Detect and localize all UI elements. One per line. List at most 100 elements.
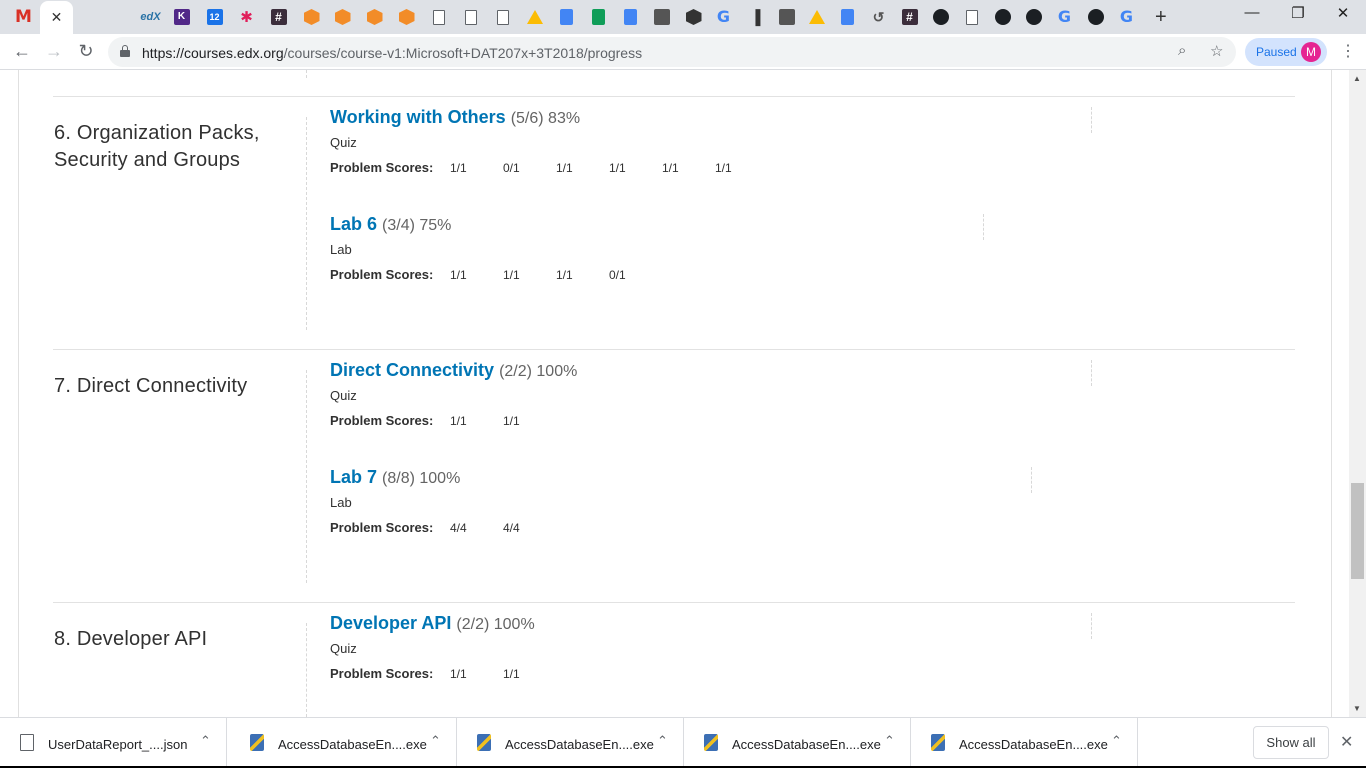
document-icon <box>965 9 978 25</box>
document-icon <box>496 9 509 25</box>
forward-button[interactable]: → <box>42 41 66 62</box>
microsoft-icon <box>80 9 96 25</box>
problem-scores-label: Problem Scores: <box>330 666 434 681</box>
browser-tab[interactable] <box>1080 2 1111 32</box>
browser-tab[interactable] <box>359 2 390 32</box>
download-item[interactable]: UserDataReport_....json ⌃ <box>0 718 227 768</box>
browser-menu-icon[interactable]: ⋮ <box>1340 41 1356 61</box>
browser-tab[interactable] <box>583 2 614 32</box>
browser-tab[interactable] <box>423 2 454 32</box>
chevron-up-icon[interactable]: ⌃ <box>1111 733 1122 749</box>
scroll-up-icon[interactable]: ▲ <box>1353 74 1361 83</box>
browser-tab[interactable] <box>296 2 327 32</box>
problem-score: 0/1 <box>503 161 520 175</box>
browser-tab[interactable] <box>487 2 518 32</box>
browser-tab[interactable] <box>72 2 103 32</box>
browser-tab[interactable] <box>615 2 646 32</box>
back-button[interactable]: ← <box>10 41 34 62</box>
bookmark-star-icon[interactable]: ☆ <box>1210 42 1223 60</box>
browser-tab[interactable]: G <box>708 2 739 32</box>
browser-tab[interactable] <box>327 2 358 32</box>
close-tab-icon[interactable]: ✕ <box>51 9 63 26</box>
url-text[interactable]: https://courses.edx.org/courses/course-v… <box>142 45 642 61</box>
browser-tab[interactable]: G <box>1049 2 1080 32</box>
browser-tab[interactable]: # <box>894 2 925 32</box>
subsection-link[interactable]: Lab 7 <box>330 467 377 487</box>
show-all-button[interactable]: Show all <box>1253 726 1329 759</box>
problem-scores-label: Problem Scores: <box>330 160 434 175</box>
subsection-link[interactable]: Direct Connectivity <box>330 360 494 380</box>
browser-tab[interactable] <box>391 2 422 32</box>
chapter: 8. Developer API Developer API (2/2) 100%… <box>53 602 1295 717</box>
download-item[interactable]: AccessDatabaseEn....exe ⌃ <box>457 718 684 768</box>
chapter-title: 7. Direct Connectivity <box>54 375 248 397</box>
browser-tab[interactable]: M <box>8 2 39 32</box>
download-item[interactable]: AccessDatabaseEn....exe ⌃ <box>684 718 911 768</box>
download-item[interactable]: AccessDatabaseEn....exe ⌃ <box>230 718 457 768</box>
minimize-button[interactable]: — <box>1229 4 1275 21</box>
subsection-score: (3/4) 75% <box>382 217 452 234</box>
app-icon <box>778 9 795 25</box>
browser-tab[interactable]: ▐ <box>740 2 771 32</box>
google-icon: G <box>716 7 731 26</box>
scroll-down-icon[interactable]: ▼ <box>1353 704 1361 713</box>
chapter-title: 6. Organization Packs, Security and Grou… <box>54 122 260 171</box>
close-window-button[interactable]: ✕ <box>1320 4 1366 22</box>
new-tab-button[interactable]: + <box>1155 6 1167 29</box>
scroll-thumb[interactable] <box>1351 483 1364 579</box>
browser-tab[interactable]: ↺ <box>863 2 894 32</box>
app-icon <box>653 9 670 25</box>
problem-scores: Problem Scores: 4/4 4/4 <box>330 520 556 535</box>
browser-tab[interactable] <box>519 2 550 32</box>
browser-tab[interactable] <box>987 2 1018 32</box>
browser-tab[interactable] <box>771 2 802 32</box>
browser-tab[interactable] <box>646 2 677 32</box>
ksu-icon: K <box>173 9 190 25</box>
problem-score: 1/1 <box>503 268 520 282</box>
browser-tab[interactable] <box>103 2 134 32</box>
browser-tab[interactable] <box>801 2 832 32</box>
problem-score: 1/1 <box>450 161 467 175</box>
subsection-link[interactable]: Lab 6 <box>330 214 377 234</box>
chevron-up-icon[interactable]: ⌃ <box>430 733 441 749</box>
page-scrollbar[interactable]: ▲ ▼ <box>1349 70 1366 717</box>
subsection-type: Quiz <box>330 388 357 403</box>
browser-tab[interactable]: 12 <box>199 2 230 32</box>
address-bar[interactable]: https://courses.edx.org/courses/course-v… <box>108 37 1236 67</box>
browser-tab[interactable]: G <box>1111 2 1142 32</box>
subsection-link[interactable]: Working with Others <box>330 107 506 127</box>
browser-tab[interactable] <box>1018 2 1049 32</box>
browser-tab[interactable] <box>551 2 582 32</box>
browser-tab[interactable]: edX <box>135 2 166 32</box>
profile-button[interactable]: Paused M <box>1245 38 1327 66</box>
lock-icon[interactable] <box>120 45 130 57</box>
browser-tab[interactable]: ✕ <box>40 1 73 34</box>
browser-tab[interactable]: ✱ <box>231 2 262 32</box>
browser-tab[interactable]: # <box>263 2 294 32</box>
browser-tab[interactable] <box>678 2 709 32</box>
download-item[interactable]: AccessDatabaseEn....exe ⌃ <box>911 718 1138 768</box>
problem-scores: Problem Scores: 1/1 0/1 1/1 1/1 1/1 1/1 <box>330 160 768 175</box>
subsection-link[interactable]: Developer API <box>330 613 451 633</box>
subsection-type: Quiz <box>330 135 357 150</box>
browser-tab[interactable]: K <box>166 2 197 32</box>
close-download-bar-icon[interactable]: ✕ <box>1340 732 1353 752</box>
tab-strip: M ✕ edX K 12 ✱ # G ▐ ↺ # G G + — ❐ ✕ <box>0 0 1366 34</box>
problem-score: 1/1 <box>556 268 573 282</box>
browser-tab[interactable] <box>455 2 486 32</box>
browser-tab[interactable] <box>832 2 863 32</box>
section-divider <box>1091 360 1092 386</box>
chevron-up-icon[interactable]: ⌃ <box>657 733 668 749</box>
chevron-up-icon[interactable]: ⌃ <box>200 733 211 749</box>
problem-scores: Problem Scores: 1/1 1/1 <box>330 666 556 681</box>
browser-tab[interactable] <box>925 2 956 32</box>
chevron-up-icon[interactable]: ⌃ <box>884 733 895 749</box>
zoom-icon[interactable]: ⌕ <box>1178 42 1186 59</box>
box-icon <box>366 9 383 25</box>
download-filename: UserDataReport_....json <box>48 737 188 752</box>
google-drive-icon <box>808 10 825 24</box>
restore-button[interactable]: ❐ <box>1275 4 1321 22</box>
browser-tab[interactable] <box>956 2 987 32</box>
reload-button[interactable]: ↻ <box>74 41 98 62</box>
url-path: /courses/course-v1:Microsoft+DAT207x+3T2… <box>283 45 643 61</box>
